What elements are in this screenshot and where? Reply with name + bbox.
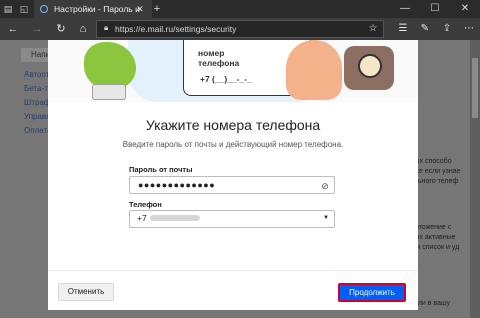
share-icon[interactable]: ⇪ [440,22,454,36]
dialog-subtitle: Введите пароль от почты и действующий но… [122,140,344,149]
maximize-button[interactable]: ☐ [420,0,450,18]
forward-arrow-icon[interactable]: → [30,22,44,36]
tab-close-icon[interactable]: ✕ [134,3,146,15]
refresh-icon[interactable]: ↻ [54,22,68,36]
mail-favicon-icon [40,5,48,13]
pen-icon[interactable]: ✎ [418,22,432,36]
browser-toolbar: ← → ↻ ⌂ https://e.mail.ru/settings/secur… [0,18,480,40]
plant-pot-illustration [92,84,126,100]
back-arrow-icon[interactable]: ← [6,22,20,36]
chevron-down-icon[interactable]: ▼ [322,214,330,222]
address-bar[interactable]: https://e.mail.ru/settings/security [96,20,384,38]
eye-hidden-icon[interactable]: ⊘ [320,181,330,191]
illustration-line-1: номер [198,48,225,58]
password-value: ●●●●●●●●●●●●● [138,180,216,190]
more-icon[interactable]: ⋯ [462,22,476,36]
close-window-button[interactable]: ✕ [450,0,480,18]
illustration-line-2: телефона [198,58,240,68]
continue-button[interactable]: Продолжить [338,283,406,302]
dialog-footer-divider [48,270,418,271]
sidebar-link[interactable]: Штраф [24,98,50,107]
password-label: Пароль от почты [129,165,193,174]
sidebar-link[interactable]: Автоот [24,70,49,79]
dialog-title: Укажите номера телефона [145,117,321,133]
lock-icon: 🔒︎ [104,23,109,32]
phone-dialog: номер телефона +7 (__)__-_-_ Укажите ном… [48,40,418,310]
home-icon[interactable]: ⌂ [76,22,90,36]
url-text: https://e.mail.ru/settings/security [115,24,237,34]
new-tab-button[interactable]: + [151,3,163,15]
phone-illustration: номер телефона +7 (__)__-_-_ [48,40,418,102]
phone-number-redacted [150,215,200,221]
rotary-dial-illustration [358,54,382,78]
tab-preview-icon[interactable]: ▤ [2,3,14,15]
cancel-button[interactable]: Отменить [58,283,114,301]
country-code[interactable]: +7 [137,213,147,223]
phone-label: Телефон [129,200,162,209]
favorites-bar-icon[interactable]: ☰ [396,22,410,36]
illustration-phone-number: +7 (__)__-_-_ [200,74,252,84]
password-field[interactable]: ●●●●●●●●●●●●● [129,176,335,194]
browser-titlebar: ▤ ◱ Настройки - Пароль и ✕ + — ☐ ✕ [0,0,480,18]
tab-list-icon[interactable]: ◱ [18,3,30,15]
minimize-button[interactable]: — [390,0,420,18]
scrollbar-thumb[interactable] [472,58,478,118]
hand-illustration [286,40,342,100]
tab-title: Настройки - Пароль и [54,4,140,14]
star-icon[interactable]: ☆ [366,22,380,36]
